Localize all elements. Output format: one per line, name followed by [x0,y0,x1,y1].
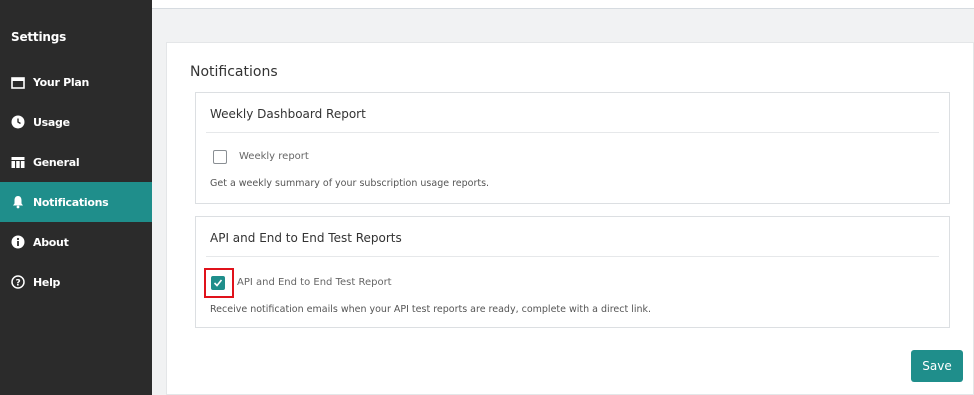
section-description: Receive notification emails when your AP… [210,304,652,315]
api-test-report-checkbox[interactable] [211,276,225,290]
page-title: Notifications [190,64,278,80]
table-icon [11,155,25,169]
sidebar-item-label: Notifications [33,195,109,209]
sidebar-item-label: Your Plan [33,75,89,89]
sidebar-item-label: Help [33,275,61,289]
sidebar-item-notifications[interactable]: Notifications [0,182,152,222]
sidebar-item-help[interactable]: ? Help [0,262,152,302]
checkbox-label: Weekly report [239,151,309,162]
sidebar-item-about[interactable]: About [0,222,152,262]
info-icon [11,235,25,249]
sidebar: Settings Your Plan Usage General Notific… [0,0,152,395]
top-bar [152,0,974,9]
section-description: Get a weekly summary of your subscriptio… [210,178,490,189]
save-button[interactable]: Save [911,350,963,382]
calendar-icon [11,75,25,89]
section-heading: Weekly Dashboard Report [210,107,366,121]
sidebar-item-label: Usage [33,115,70,129]
section-heading: API and End to End Test Reports [210,231,402,245]
divider [206,256,939,257]
weekly-dashboard-section: Weekly Dashboard Report Weekly report Ge… [195,92,950,204]
clock-icon [11,115,25,129]
notifications-card: Notifications Weekly Dashboard Report We… [166,42,974,395]
checkmark-icon [213,279,223,287]
sidebar-item-label: General [33,155,80,169]
bell-icon [11,195,25,209]
sidebar-item-general[interactable]: General [0,142,152,182]
svg-text:?: ? [16,278,21,288]
sidebar-title: Settings [11,30,67,44]
sidebar-item-usage[interactable]: Usage [0,102,152,142]
sidebar-item-label: About [33,235,69,249]
api-test-reports-section: API and End to End Test Reports API and … [195,216,950,328]
help-icon: ? [11,275,25,289]
sidebar-item-your-plan[interactable]: Your Plan [0,62,152,102]
divider [206,132,939,133]
checkbox-label: API and End to End Test Report [237,277,392,288]
weekly-report-checkbox[interactable] [213,150,227,164]
